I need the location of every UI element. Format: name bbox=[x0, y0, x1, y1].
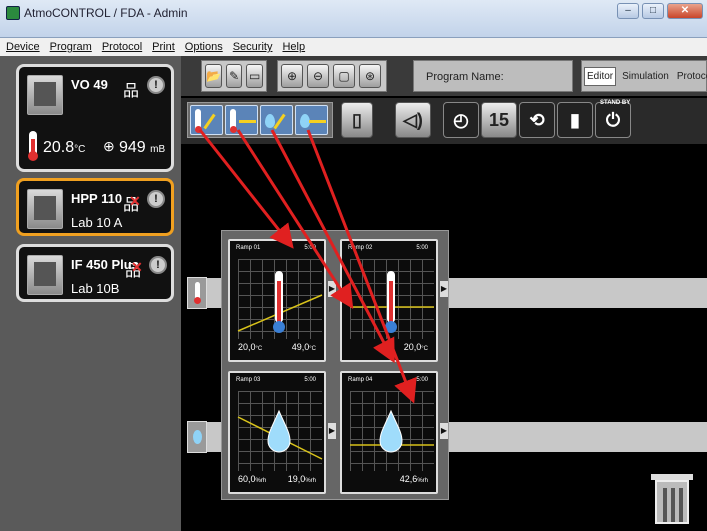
pressure-reading: 949 mB bbox=[119, 139, 166, 156]
tab-simulation[interactable]: Simulation bbox=[620, 68, 671, 85]
ramp-tools bbox=[187, 102, 333, 138]
oven-icon bbox=[27, 75, 63, 115]
toolbar-segments: ▯ ◁) ◴ 15 ⟲ ▮ ⏻ STAND BY bbox=[181, 98, 707, 144]
menu-print[interactable]: Print bbox=[152, 41, 175, 53]
segment-arrow-icon: ▶ bbox=[328, 423, 336, 439]
temp-ramp-button[interactable] bbox=[190, 105, 223, 135]
close-button[interactable]: ✕ bbox=[667, 3, 703, 19]
info-icon[interactable]: ! bbox=[147, 190, 165, 208]
temp-hold-button[interactable] bbox=[225, 105, 258, 135]
segment-end-value: 19,0%rh bbox=[287, 474, 316, 484]
pressure-icon: ⊕ bbox=[103, 138, 115, 154]
app-icon bbox=[6, 6, 20, 20]
segment-end-value: 20,0°C bbox=[403, 342, 428, 352]
oven-icon bbox=[27, 255, 63, 295]
device-card-hpp110[interactable]: HPP 110 Lab 10 A 品 ✕ ! bbox=[16, 178, 174, 236]
info-icon[interactable]: ! bbox=[147, 76, 165, 94]
temperature-rail-label bbox=[187, 277, 207, 309]
window-titlebar: AtmoCONTROL / FDA - Admin – □ ✕ bbox=[0, 0, 707, 38]
segment-ramp-04[interactable]: Ramp 04 5:00 42,6%rh bbox=[340, 371, 438, 494]
disconnected-x-icon: ✕ bbox=[131, 259, 143, 275]
humidity-hold-button[interactable] bbox=[295, 105, 328, 135]
maximize-button[interactable]: □ bbox=[642, 3, 664, 19]
menu-security[interactable]: Security bbox=[233, 41, 273, 53]
segment-arrow-icon: ▶ bbox=[328, 281, 336, 297]
segment-start-value: 20,0°C bbox=[238, 342, 263, 352]
zoom-fit-icon[interactable]: ▢ bbox=[333, 64, 355, 88]
thermometer-icon bbox=[28, 131, 38, 161]
new-program-icon[interactable]: ✎ bbox=[225, 64, 243, 88]
door-icon[interactable]: ▯ bbox=[341, 102, 373, 138]
segment-end-value: 49,0°C bbox=[291, 342, 316, 352]
trash-icon[interactable] bbox=[651, 474, 693, 524]
open-file-icon[interactable]: 📂 bbox=[205, 64, 222, 88]
zoom-out-icon[interactable]: ⊖ bbox=[307, 64, 329, 88]
menu-program[interactable]: Program bbox=[50, 41, 92, 53]
network-connected-icon: 品 bbox=[123, 83, 140, 100]
save-icon[interactable]: ▭ bbox=[246, 64, 263, 88]
menu-device[interactable]: Device bbox=[6, 41, 40, 53]
device-location: Lab 10B bbox=[71, 281, 120, 296]
device-name: HPP 110 bbox=[71, 191, 123, 206]
speaker-icon[interactable]: ◁) bbox=[395, 102, 431, 138]
segment-ramp-02[interactable]: Ramp 02 5:00 20,0°C bbox=[340, 239, 438, 362]
zoom-tools: ⊕ ⊖ ▢ ⊛ bbox=[277, 60, 387, 92]
calendar-icon[interactable]: 15 bbox=[481, 102, 517, 138]
menu-options[interactable]: Options bbox=[185, 41, 223, 53]
device-location: Lab 10 A bbox=[71, 215, 123, 230]
humidity-rail-label bbox=[187, 421, 207, 453]
oven-icon bbox=[27, 189, 63, 229]
segment-ramp-03[interactable]: Ramp 03 5:00 60,0%rh 19,0%rh bbox=[228, 371, 326, 494]
segment-arrow-icon: ▶ bbox=[440, 281, 448, 297]
menu-help[interactable]: Help bbox=[282, 41, 305, 53]
device-list: VO 49 品 ! 20.8°C ⊕ 949 mB HPP 110 Lab 10… bbox=[0, 56, 181, 531]
segment-arrow-icon: ▶ bbox=[440, 423, 448, 439]
clock-icon[interactable]: ◴ bbox=[443, 102, 479, 138]
standby-label: STAND BY bbox=[600, 100, 631, 106]
menu-bar: Device Program Protocol Print Options Se… bbox=[0, 38, 707, 56]
device-card-vo49[interactable]: VO 49 品 ! 20.8°C ⊕ 949 mB bbox=[16, 64, 174, 172]
segment-end-value: 42,6%rh bbox=[399, 474, 428, 484]
menu-protocol[interactable]: Protocol bbox=[102, 41, 142, 53]
device-name: VO 49 bbox=[71, 77, 108, 92]
loop-icon[interactable]: ⟲ bbox=[519, 102, 555, 138]
fan-level-icon[interactable]: ▮ bbox=[557, 102, 593, 138]
zoom-in-icon[interactable]: ⊕ bbox=[281, 64, 303, 88]
segment-block: Ramp 01 5:00 20,0°C 49,0°C ▶ Ramp 02 5:0… bbox=[221, 230, 449, 500]
humidity-ramp-button[interactable] bbox=[260, 105, 293, 135]
info-icon[interactable]: ! bbox=[149, 256, 167, 274]
tab-editor[interactable]: Editor bbox=[584, 66, 617, 86]
device-card-if450plus[interactable]: IF 450 Plus Lab 10B 品 ✕ ! bbox=[16, 244, 174, 302]
file-tools: 📂 ✎ ▭ bbox=[201, 60, 267, 92]
segment-ramp-01[interactable]: Ramp 01 5:00 20,0°C 49,0°C bbox=[228, 239, 326, 362]
mode-tabs: Editor Simulation Protocol bbox=[581, 60, 707, 92]
standby-power-icon[interactable]: ⏻ bbox=[595, 102, 631, 138]
zoom-reset-icon[interactable]: ⊛ bbox=[359, 64, 381, 88]
segment-start-value: 60,0%rh bbox=[238, 474, 267, 484]
disconnected-x-icon: ✕ bbox=[129, 193, 141, 209]
program-editor: 📂 ✎ ▭ ⊕ ⊖ ▢ ⊛ Program Name: Editor Simul… bbox=[181, 56, 707, 531]
tab-protocol[interactable]: Protocol bbox=[675, 68, 707, 85]
program-name-field[interactable]: Program Name: bbox=[413, 60, 573, 92]
minimize-button[interactable]: – bbox=[617, 3, 639, 19]
toolbar-top: 📂 ✎ ▭ ⊕ ⊖ ▢ ⊛ Program Name: Editor Simul… bbox=[181, 56, 707, 96]
temperature-reading: 20.8°C bbox=[43, 139, 86, 156]
window-title: AtmoCONTROL / FDA - Admin bbox=[24, 6, 188, 20]
